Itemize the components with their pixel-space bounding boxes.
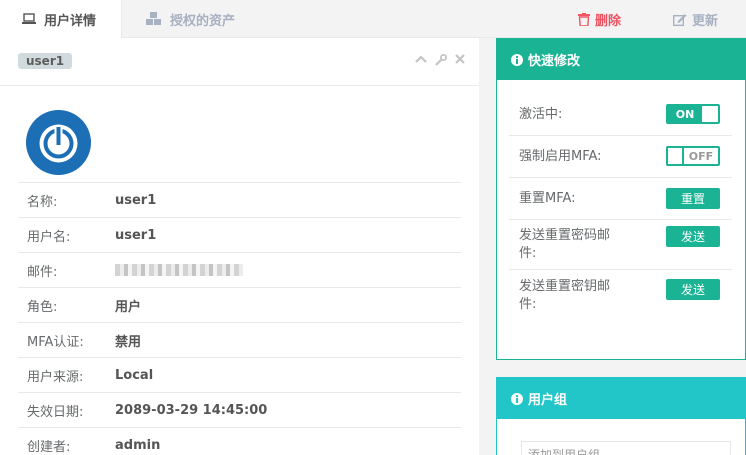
quick-modify-panel: 快速修改 激活中: ON 强制启用MFA: OFF 重置MFA: 重置 发送重置… [496,38,746,360]
toggle-knob [702,106,718,122]
row-active: 激活中: ON [509,94,732,136]
row-label: 激活中: [519,106,563,122]
row-label: 强制启用MFA: [519,148,602,164]
delete-button[interactable]: 删除 [578,0,621,38]
row-send-reset-password: 发送重置密码邮件: 发送 [509,220,732,270]
row-reset-mfa: 重置MFA: 重置 [509,178,732,220]
field-row-role: 角色: 用户 [18,287,461,322]
row-send-reset-key: 发送重置密钥邮件: 发送 [509,270,732,322]
update-button[interactable]: 更新 [673,0,718,38]
row-label: 发送重置密码邮件: [519,227,611,261]
laptop-icon [22,13,36,25]
field-row-name: 名称: user1 [18,182,461,217]
field-value: user1 [115,192,157,208]
quick-modify-title: 快速修改 [528,54,581,69]
info-circle-icon [511,392,523,405]
force-mfa-toggle[interactable]: OFF [666,146,720,166]
user-group-title: 用户组 [528,393,568,408]
chevron-up-icon[interactable] [415,54,427,66]
field-row-email: 邮件: [18,252,461,287]
field-row-mfa: MFA认证: 禁用 [18,322,461,357]
field-value: 用户 [115,299,142,315]
user-detail-panel: user1 名称: user1 用户名: user1 邮件: 角色: 用户 MF… [0,38,479,455]
field-value: Local [115,367,154,383]
field-value: 2089-03-29 14:45:00 [115,402,268,418]
field-key: 失效日期: [27,404,84,420]
send-reset-key-button[interactable]: 发送 [666,279,720,300]
reset-mfa-button[interactable]: 重置 [666,188,720,209]
quick-modify-list: 激活中: ON 强制启用MFA: OFF 重置MFA: 重置 发送重置密码邮件:… [509,94,732,322]
field-key: 角色: [27,299,58,315]
row-label: 重置MFA: [519,190,576,206]
edit-icon [673,13,687,26]
field-value: 禁用 [115,334,142,350]
field-key: 邮件: [27,264,58,280]
field-row-expire: 失效日期: 2089-03-29 14:45:00 [18,392,461,427]
field-key: 用户名: [27,229,71,245]
field-key: 名称: [27,194,58,210]
user-group-panel: 用户组 添加到用户组 [496,377,746,455]
quick-modify-header: 快速修改 [497,39,745,80]
toggle-knob [668,148,684,164]
cubes-icon [146,12,162,26]
panel-tools [415,54,465,66]
avatar [26,110,91,175]
field-value: user1 [115,227,157,243]
active-toggle[interactable]: ON [666,104,720,124]
row-label: 发送重置密钥邮件: [519,279,611,312]
field-row-creator: 创建者: admin [18,427,461,455]
field-row-username: 用户名: user1 [18,217,461,252]
user-badge: user1 [18,53,73,69]
field-key: 用户来源: [27,369,84,385]
user-field-list: 名称: user1 用户名: user1 邮件: 角色: 用户 MFA认证: 禁… [18,182,461,455]
field-key: MFA认证: [27,334,84,350]
tab-label: 授权的资产 [170,13,236,29]
row-force-mfa: 强制启用MFA: OFF [509,136,732,178]
close-icon[interactable] [455,54,465,66]
field-value: admin [115,437,161,453]
wrench-icon[interactable] [435,54,447,66]
delete-label: 删除 [595,13,622,29]
send-reset-password-button[interactable]: 发送 [666,226,720,247]
field-key: 创建者: [27,439,71,455]
info-circle-icon [511,53,523,66]
tab-user-detail[interactable]: 用户详情 [0,0,122,38]
toggle-text: OFF [688,149,714,163]
trash-icon [578,12,590,26]
tab-authorized-assets[interactable]: 授权的资产 [146,0,235,38]
user-group-header: 用户组 [497,378,745,419]
field-row-source: 用户来源: Local [18,357,461,392]
panel-header: user1 [0,38,479,86]
add-to-group-select[interactable]: 添加到用户组 [521,441,731,455]
email-redacted [115,264,243,276]
update-label: 更新 [692,13,719,29]
tab-bar: 用户详情 授权的资产 删除 更新 [0,0,746,38]
toggle-text: ON [675,107,695,121]
tab-label: 用户详情 [44,13,97,29]
